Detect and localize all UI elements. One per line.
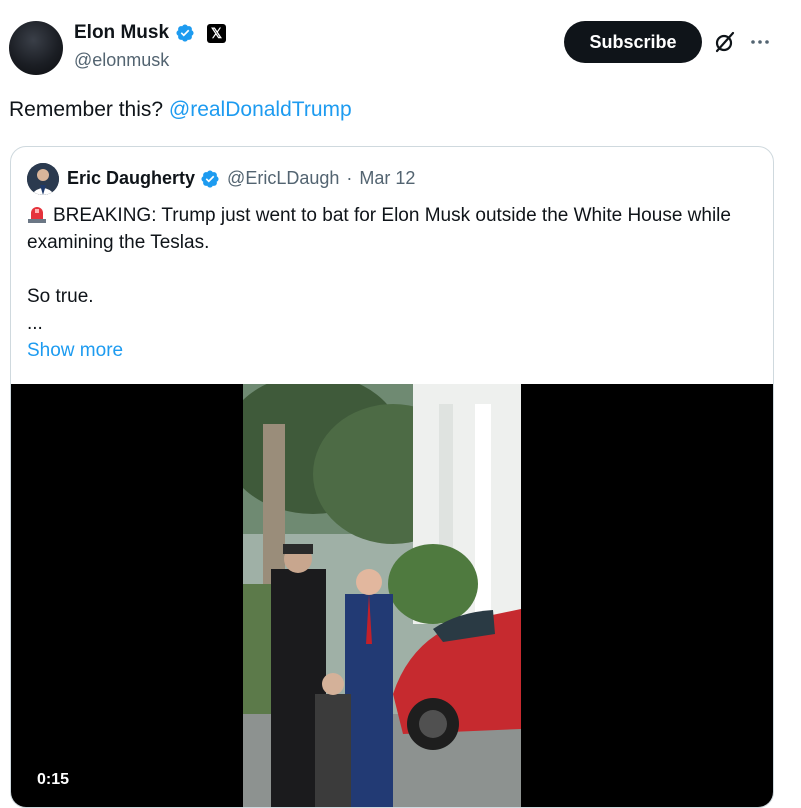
- mention-link[interactable]: @realDonaldTrump: [169, 98, 352, 121]
- more-icon[interactable]: [748, 30, 772, 54]
- siren-emoji-icon: [28, 207, 46, 223]
- quote-header: Eric Daugherty @EricLDaugh · Mar 12: [67, 168, 415, 189]
- author-name-row: Elon Musk 𝕏: [74, 22, 227, 44]
- quote-author-name[interactable]: Eric Daugherty: [67, 168, 195, 189]
- quote-line-1: BREAKING: Trump just went to bat for Elo…: [27, 202, 757, 256]
- quote-line-2: So true.: [27, 286, 94, 307]
- quote-tweet-card[interactable]: Eric Daugherty @EricLDaugh · Mar 12 BREA…: [10, 146, 774, 808]
- subscribe-button[interactable]: Subscribe: [564, 21, 702, 63]
- video-duration: 0:15: [27, 767, 80, 793]
- video-player[interactable]: 0:15: [11, 384, 773, 807]
- x-affiliate-icon: 𝕏: [207, 23, 227, 43]
- quote-line-1-text: BREAKING: Trump just went to bat for Elo…: [27, 205, 731, 253]
- author-avatar[interactable]: [9, 21, 63, 75]
- quote-date[interactable]: Mar 12: [359, 168, 415, 189]
- quote-author-avatar[interactable]: [27, 163, 59, 195]
- author-handle[interactable]: @elonmusk: [74, 50, 169, 71]
- show-more-link[interactable]: Show more: [27, 337, 757, 364]
- video-thumbnail[interactable]: [243, 384, 521, 807]
- tweet-text: Remember this? @realDonaldTrump: [9, 98, 352, 122]
- quote-line-3: ...: [27, 313, 43, 334]
- meta-separator: ·: [346, 168, 353, 188]
- quote-body: BREAKING: Trump just went to bat for Elo…: [27, 202, 757, 364]
- author-name[interactable]: Elon Musk: [74, 22, 169, 44]
- verified-badge-icon: [201, 169, 219, 188]
- tweet-body: Remember this?: [9, 98, 169, 121]
- quote-author-handle[interactable]: @EricLDaugh: [227, 168, 339, 189]
- verified-badge-icon[interactable]: [175, 23, 195, 43]
- slashed-circle-icon[interactable]: [713, 30, 737, 54]
